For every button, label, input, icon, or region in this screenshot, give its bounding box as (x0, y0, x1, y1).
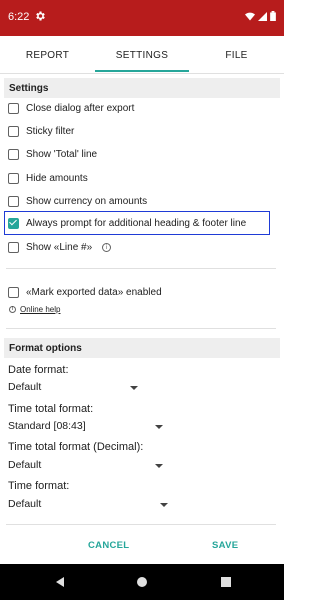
settings-content[interactable]: Settings Close dialog after export Stick… (0, 74, 284, 530)
divider (6, 268, 276, 269)
tab-indicator (95, 70, 189, 72)
info-icon: i (9, 306, 16, 313)
dropdown-arrow-icon[interactable] (130, 386, 138, 390)
checkbox[interactable] (8, 195, 19, 207)
status-bar: 6:22 (0, 0, 284, 36)
checkbox[interactable] (8, 286, 19, 298)
tab-bar: REPORT SETTINGS FILE (0, 36, 284, 74)
divider (6, 328, 276, 329)
option-show-total[interactable]: Show 'Total' line (8, 144, 97, 164)
format-section-header: Format options (4, 338, 280, 358)
option-label: Sticky filter (26, 125, 75, 137)
tab-report[interactable]: REPORT (0, 36, 95, 74)
option-hide-amounts[interactable]: Hide amounts (8, 168, 88, 188)
option-label: Hide amounts (26, 172, 88, 184)
dropdown-arrow-icon[interactable] (155, 464, 163, 468)
checkbox[interactable] (8, 148, 19, 160)
time-format-label: Time format: (8, 480, 70, 492)
date-format-value[interactable]: Default (8, 381, 41, 393)
checkbox[interactable] (8, 241, 19, 253)
dialog-actions: CANCEL SAVE (0, 530, 284, 564)
option-show-line-number[interactable]: Show «Line #» i (8, 237, 112, 257)
divider (6, 524, 276, 525)
time-total-format-value[interactable]: Standard [08:43] (8, 420, 86, 432)
dropdown-arrow-icon[interactable] (155, 425, 163, 429)
navigation-bar (0, 564, 284, 600)
dropdown-arrow-icon[interactable] (160, 503, 168, 507)
cancel-button[interactable]: CANCEL (88, 540, 129, 551)
option-label: Show «Line #» (26, 241, 93, 253)
option-label: Close dialog after export (26, 102, 135, 114)
signal-icon (258, 11, 267, 21)
option-close-dialog[interactable]: Close dialog after export (8, 98, 134, 118)
checkbox-checked[interactable] (8, 217, 19, 229)
tab-file[interactable]: FILE (189, 36, 284, 74)
checkbox[interactable] (8, 102, 19, 114)
wifi-icon (245, 12, 255, 20)
time-total-decimal-label: Time total format (Decimal): (8, 441, 144, 453)
status-time: 6:22 (8, 11, 30, 23)
option-sticky-filter[interactable]: Sticky filter (8, 121, 74, 141)
option-label: Show currency on amounts (26, 195, 148, 207)
settings-section-header: Settings (4, 78, 280, 98)
date-format-label: Date format: (8, 364, 69, 376)
checkbox[interactable] (8, 172, 19, 184)
info-icon[interactable]: i (102, 242, 112, 252)
time-format-value[interactable]: Default (8, 498, 41, 510)
recent-apps-icon[interactable] (221, 577, 231, 587)
option-label: Show 'Total' line (26, 148, 98, 160)
battery-icon (270, 11, 276, 21)
option-show-currency[interactable]: Show currency on amounts (8, 191, 147, 211)
option-label: «Mark exported data» enabled (26, 286, 162, 298)
checkbox[interactable] (8, 125, 19, 137)
online-help-link[interactable]: Online help (20, 305, 60, 314)
time-total-format-label: Time total format: (8, 403, 94, 415)
back-icon[interactable] (56, 577, 64, 587)
option-label: Always prompt for additional heading & f… (26, 217, 247, 229)
time-total-decimal-value[interactable]: Default (8, 459, 41, 471)
save-button[interactable]: SAVE (212, 540, 238, 551)
option-mark-exported[interactable]: «Mark exported data» enabled (8, 282, 162, 302)
gear-icon (36, 11, 45, 21)
tab-settings[interactable]: SETTINGS (95, 36, 189, 74)
home-icon[interactable] (137, 577, 147, 587)
online-help[interactable]: i Online help (9, 305, 60, 314)
option-always-prompt[interactable]: Always prompt for additional heading & f… (8, 213, 246, 233)
